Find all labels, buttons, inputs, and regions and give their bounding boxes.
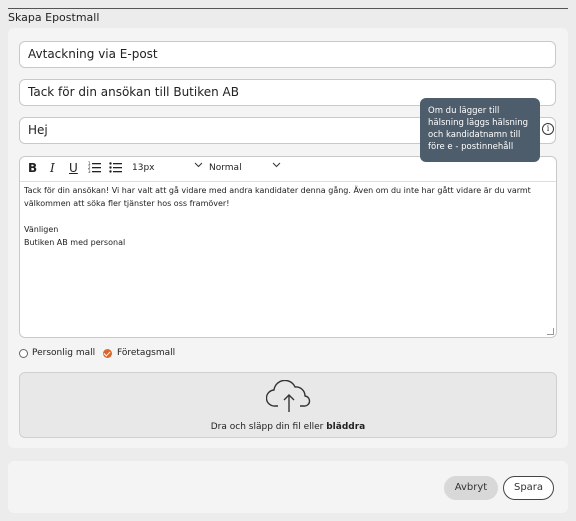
save-button[interactable]: Spara — [503, 476, 554, 500]
header-divider — [8, 8, 568, 9]
editor-content[interactable]: Tack för din ansökan! Vi har valt att gå… — [24, 184, 548, 249]
ordered-list-icon[interactable]: 1 2 3 — [88, 161, 101, 176]
info-icon[interactable]: i — [542, 123, 554, 135]
bold-button[interactable]: B — [28, 161, 37, 175]
dropzone-label: Dra och släpp din fil eller — [210, 422, 324, 432]
rich-text-editor[interactable]: B I U 1 2 3 13px Normal Tack för din ans… — [19, 156, 557, 338]
radio-company-label: Företagsmall — [117, 348, 176, 358]
upload-cloud-icon — [266, 380, 311, 412]
underline-button[interactable]: U — [69, 161, 78, 175]
radio-personal-icon[interactable] — [19, 349, 28, 358]
italic-button[interactable]: I — [50, 161, 55, 175]
body-closing: Vänligen — [24, 225, 59, 234]
template-name-input[interactable]: Avtackning via E-post — [19, 41, 556, 68]
browse-link[interactable]: bläddra — [326, 422, 365, 432]
greeting-tooltip: Om du lägger till hälsning läggs hälsnin… — [420, 98, 540, 162]
chevron-down-icon[interactable] — [194, 160, 203, 172]
format-select[interactable]: Normal — [209, 163, 242, 173]
dropzone-text: Dra och släpp din fil eller bläddra — [20, 422, 556, 432]
body-paragraph: Tack för din ansökan! Vi har valt att gå… — [24, 186, 531, 208]
radio-personal-label: Personlig mall — [32, 348, 96, 358]
chevron-down-icon[interactable] — [272, 160, 281, 172]
font-size-select[interactable]: 13px — [132, 163, 155, 173]
radio-company-checked-icon[interactable] — [103, 349, 112, 358]
file-dropzone[interactable]: Dra och släpp din fil eller bläddra — [19, 372, 557, 438]
cancel-button[interactable]: Avbryt — [444, 476, 498, 500]
page-title: Skapa Epostmall — [8, 11, 100, 24]
resize-handle[interactable] — [547, 328, 554, 335]
bullet-list-icon[interactable] — [109, 161, 122, 176]
svg-text:3: 3 — [88, 169, 91, 173]
body-signature: Butiken AB med personal — [24, 238, 126, 247]
